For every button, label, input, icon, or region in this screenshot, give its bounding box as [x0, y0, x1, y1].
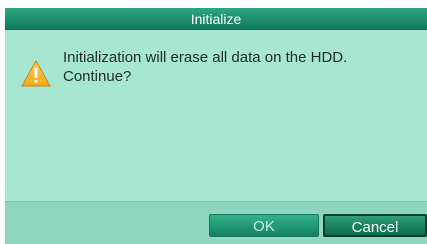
- initialize-dialog: Initialize Initialization will erase all…: [5, 8, 427, 244]
- dialog-message: Initialization will erase all data on th…: [63, 48, 413, 86]
- dialog-footer: OK Cancel: [5, 201, 427, 244]
- dialog-titlebar: Initialize: [5, 8, 427, 30]
- dialog-title: Initialize: [190, 11, 242, 27]
- warning-icon: [21, 60, 51, 87]
- message-line-2: Continue?: [63, 68, 132, 85]
- message-line-1: Initialization will erase all data on th…: [63, 49, 348, 66]
- cancel-button[interactable]: Cancel: [323, 214, 427, 237]
- ok-button[interactable]: OK: [209, 214, 319, 237]
